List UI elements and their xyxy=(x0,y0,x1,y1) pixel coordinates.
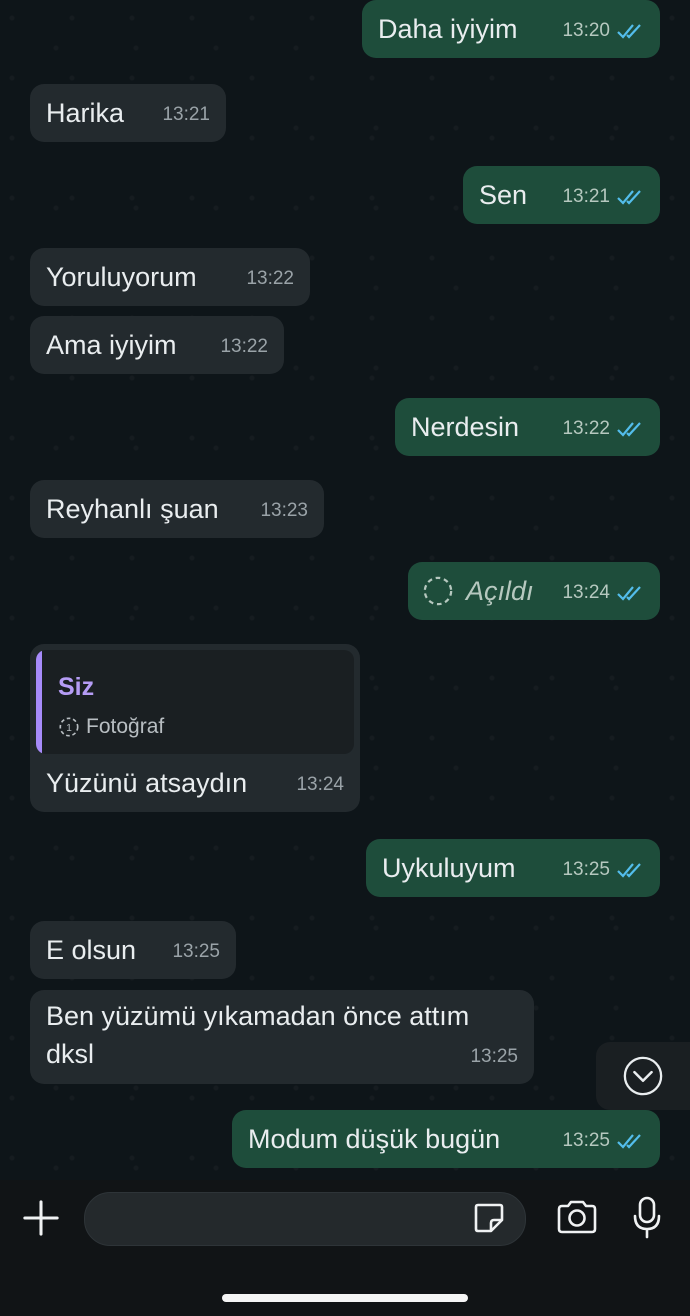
sticker-icon[interactable] xyxy=(472,1201,506,1235)
message-meta: 13:25 xyxy=(562,1122,644,1160)
message-meta: 13:21 xyxy=(562,178,644,216)
message-text: E olsun xyxy=(46,935,137,965)
microphone-icon[interactable] xyxy=(632,1196,662,1240)
scroll-to-bottom-button[interactable] xyxy=(596,1042,690,1110)
message-meta: 13:24 xyxy=(562,574,644,612)
quote-preview: 1 Fotoğraf xyxy=(58,708,164,746)
chevron-down-icon xyxy=(623,1056,663,1096)
double-check-icon xyxy=(617,190,641,205)
double-check-icon xyxy=(617,863,641,878)
message-time: 13:24 xyxy=(296,774,344,795)
message-time: 13:20 xyxy=(562,20,610,41)
message-incoming[interactable]: Reyhanlı şuan 13:23 xyxy=(30,480,324,538)
message-text: Nerdesin xyxy=(411,412,520,442)
message-incoming[interactable]: E olsun 13:25 xyxy=(30,921,236,979)
quote-preview-text: Fotoğraf xyxy=(86,715,165,738)
message-meta: 13:21 xyxy=(162,96,210,134)
double-check-icon xyxy=(617,1134,641,1149)
double-check-icon xyxy=(617,24,641,39)
message-text: Sen xyxy=(479,180,528,210)
message-outgoing[interactable]: Uykuluyum 13:25 xyxy=(366,839,660,897)
message-time: 13:25 xyxy=(470,1046,518,1067)
message-outgoing[interactable]: Daha iyiyim 13:20 xyxy=(362,0,660,58)
camera-icon[interactable] xyxy=(555,1199,599,1235)
message-time: 13:21 xyxy=(162,104,210,125)
quote-author: Siz xyxy=(58,673,95,701)
message-text: Yoruluyorum xyxy=(46,262,197,292)
message-text: Modum düşük bugün xyxy=(248,1124,501,1154)
message-meta: 13:25 xyxy=(172,933,220,971)
message-incoming-reply[interactable]: Siz 1 Fotoğraf Yüzünü atsaydın 13:24 xyxy=(30,644,360,812)
message-meta: 13:23 xyxy=(260,492,308,530)
message-outgoing[interactable]: Modum düşük bugün 13:25 xyxy=(232,1110,660,1168)
quote-accent-bar xyxy=(36,650,42,754)
svg-text:1: 1 xyxy=(66,723,72,734)
quoted-message[interactable]: Siz 1 Fotoğraf xyxy=(36,650,354,754)
message-time: 13:25 xyxy=(172,941,220,962)
message-outgoing[interactable]: Sen 13:21 xyxy=(463,166,660,224)
view-once-icon xyxy=(423,576,453,606)
message-text: Açıldı xyxy=(466,576,534,606)
chat-area[interactable]: Daha iyiyim 13:20 Harika 13:21 Sen 13:21… xyxy=(0,0,690,1180)
message-time: 13:25 xyxy=(562,1130,610,1151)
message-incoming[interactable]: Ama iyiyim 13:22 xyxy=(30,316,284,374)
message-meta: 13:22 xyxy=(220,328,268,366)
message-time: 13:21 xyxy=(562,186,610,207)
message-time: 13:22 xyxy=(220,336,268,357)
message-text: Reyhanlı şuan xyxy=(46,494,219,524)
message-text: Yüzünü atsaydın xyxy=(46,768,248,798)
message-meta: 13:25 xyxy=(562,851,644,889)
message-text: Uykuluyum xyxy=(382,853,516,883)
message-incoming[interactable]: Harika 13:21 xyxy=(30,84,226,142)
message-incoming[interactable]: Yoruluyorum 13:22 xyxy=(30,248,310,306)
message-meta: 13:22 xyxy=(246,260,294,298)
message-text: Harika xyxy=(46,98,125,128)
plus-icon[interactable] xyxy=(22,1199,60,1237)
message-time: 13:22 xyxy=(562,418,610,439)
message-time: 13:25 xyxy=(562,859,610,880)
message-time: 13:22 xyxy=(246,268,294,289)
double-check-icon xyxy=(617,422,641,437)
double-check-icon xyxy=(617,586,641,601)
message-outgoing-view-once[interactable]: Açıldı 13:24 xyxy=(408,562,660,620)
message-text: Ama iyiyim xyxy=(46,330,177,360)
home-indicator xyxy=(222,1294,468,1302)
message-meta: 13:22 xyxy=(562,410,644,448)
message-time: 13:23 xyxy=(260,500,308,521)
view-once-icon: 1 xyxy=(59,717,79,737)
message-incoming[interactable]: Ben yüzümü yıkamadan önce attım dksl 13:… xyxy=(30,990,534,1084)
message-input[interactable] xyxy=(84,1192,526,1246)
message-meta: 13:24 xyxy=(296,766,344,804)
message-meta: 13:20 xyxy=(562,12,644,50)
message-meta: 13:25 xyxy=(470,1038,518,1076)
message-time: 13:24 xyxy=(562,582,610,603)
message-outgoing[interactable]: Nerdesin 13:22 xyxy=(395,398,660,456)
message-text: Ben yüzümü yıkamadan önce attım dksl xyxy=(46,1001,470,1069)
message-text: Daha iyiyim xyxy=(378,14,518,44)
